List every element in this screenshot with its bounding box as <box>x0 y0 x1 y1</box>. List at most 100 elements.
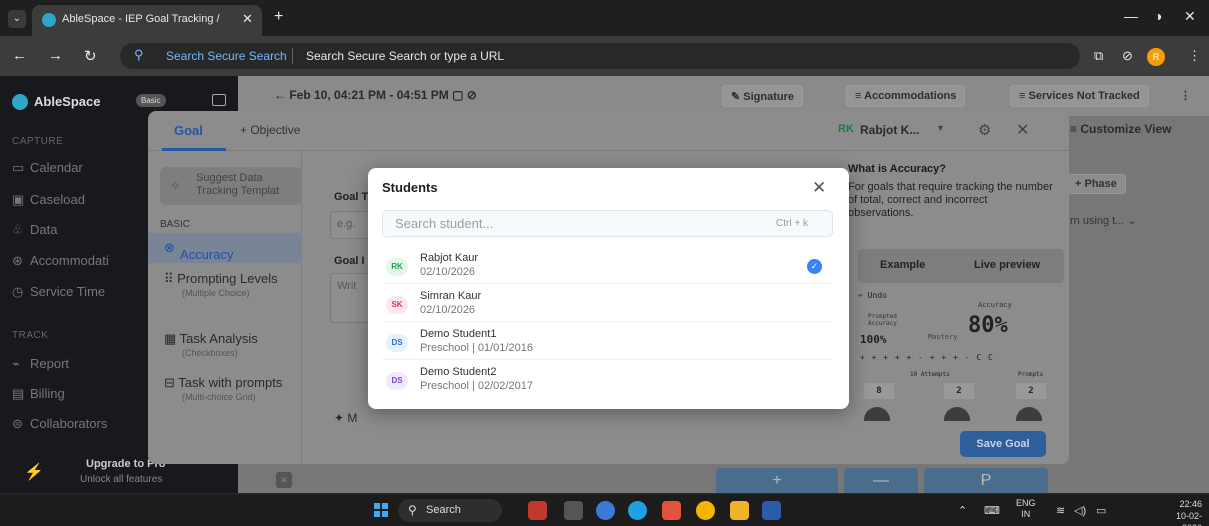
student-detail: 02/10/2026 <box>420 304 476 316</box>
more-options-row[interactable]: ✦ M <box>334 411 357 425</box>
billing-icon: ▤ <box>12 386 25 401</box>
signature-button[interactable]: ✎ Signature <box>722 85 804 107</box>
student-selector[interactable]: Rabjot K... <box>860 123 919 137</box>
sidebar-item-billing[interactable]: ▤ Billing <box>12 386 65 402</box>
list-item[interactable]: DS Demo Student1 Preschool | 01/01/2016 <box>382 324 833 360</box>
basic-section-label: BASIC <box>160 219 191 230</box>
file-explorer-icon[interactable] <box>730 501 749 520</box>
address-placeholder: Search Secure Search or type a URL <box>306 49 505 63</box>
accommodations-button[interactable]: ≡ Accommodations <box>846 85 966 107</box>
close-small-icon[interactable]: ✕ <box>276 472 292 488</box>
accuracy-info-panel: What is Accuracy? For goals that require… <box>848 151 1069 464</box>
edge-icon[interactable] <box>628 501 647 520</box>
chrome-icon[interactable] <box>696 501 715 520</box>
goal-title-input[interactable]: e.g. <box>330 211 370 239</box>
chevron-down-icon[interactable]: ▾ <box>938 123 943 134</box>
windows-start-icon[interactable] <box>374 503 388 517</box>
sparkle-icon: ✧ <box>170 178 181 193</box>
student-detail: 02/10/2026 <box>420 266 476 278</box>
goal-title-label: Goal T <box>334 191 369 203</box>
omnibox-divider <box>292 48 293 64</box>
avatar: DS <box>386 372 408 390</box>
student-detail: Preschool | 02/02/2017 <box>420 380 533 392</box>
new-tab-icon[interactable]: + <box>274 8 283 26</box>
browser-toolbar: ← → ↻ ⚲ Search Secure Search Search Secu… <box>0 36 1209 76</box>
extensions-icon[interactable]: ⧉ <box>1094 48 1103 64</box>
close-icon[interactable]: ✕ <box>812 178 826 198</box>
avatar: RK <box>386 258 408 276</box>
goal-modal-header: Goal + Objective RK Rabjot K... ▾ ⚙ ✕ <box>148 111 1069 151</box>
header-menu-icon[interactable]: ⋮ <box>1172 85 1199 107</box>
window-close-icon[interactable]: ✕ <box>1184 8 1196 25</box>
taskbar-clock[interactable]: 22:4610-02-2026 <box>1160 498 1202 526</box>
tab-close-icon[interactable]: ✕ <box>242 11 253 27</box>
keypad-plus[interactable]: + <box>716 468 838 493</box>
accuracy-label: Accuracy <box>978 301 1012 309</box>
minimize-icon[interactable]: — <box>1124 8 1138 24</box>
list-item[interactable]: DS Demo Student2 Preschool | 02/02/2017 <box>382 362 833 398</box>
battery-icon[interactable]: ▭ <box>1096 504 1106 517</box>
info-description: For goals that require tracking the numb… <box>848 181 1053 219</box>
customize-view-button[interactable]: ≡ Customize View <box>1070 122 1171 136</box>
tab-goal[interactable]: Goal <box>174 123 203 138</box>
keypad-prompt[interactable]: P <box>924 468 1048 493</box>
save-goal-button[interactable]: Save Goal <box>960 431 1046 457</box>
reload-icon[interactable]: ↻ <box>84 47 97 65</box>
language-indicator[interactable]: ENG IN <box>1016 498 1036 520</box>
close-icon[interactable]: ✕ <box>1016 120 1029 140</box>
keyboard-icon[interactable]: ⌨ <box>984 504 1000 517</box>
example-preview: ↶ Undo Accuracy Prompted Accuracy 80% 10… <box>858 291 1064 421</box>
sidebar-item-calendar[interactable]: ▭ Calendar <box>12 160 83 176</box>
word-icon[interactable] <box>762 501 781 520</box>
profile-avatar[interactable]: R <box>1147 48 1165 66</box>
gear-icon[interactable]: ⚙ <box>978 121 991 139</box>
search-icon: ⚲ <box>134 47 144 62</box>
wallet-icon[interactable]: ⊘ <box>1122 48 1133 64</box>
services-not-tracked-button[interactable]: ≡ Services Not Tracked <box>1010 85 1149 107</box>
add-phase-button[interactable]: + Phase <box>1066 174 1126 194</box>
address-bar[interactable]: ⚲ Search Secure Search Search Secure Sea… <box>120 43 1080 69</box>
wifi-icon[interactable]: ≋ <box>1056 504 1065 517</box>
sidebar-item-report[interactable]: ⌁ Report <box>12 356 69 372</box>
taskbar-app-icon[interactable] <box>528 501 547 520</box>
sidebar-item-service-time[interactable]: ◷ Service Time <box>12 284 105 300</box>
widgets-icon[interactable] <box>596 501 615 520</box>
prompt-count: 2 <box>1016 383 1046 399</box>
tab-list-dropdown-icon[interactable]: ⌄ <box>8 10 26 28</box>
keypad-minus[interactable]: — <box>844 468 918 493</box>
keyboard-shortcut-hint: Ctrl + k <box>776 218 808 229</box>
suggest-template-button[interactable]: ✧ Suggest Data Tracking Templat <box>160 167 302 205</box>
volume-icon[interactable]: ◁) <box>1074 504 1086 517</box>
collaborators-icon: ⊜ <box>12 416 23 431</box>
goal-type-task-analysis[interactable]: ▦ Task Analysis (Checkboxes) <box>164 331 258 358</box>
goal-description-input[interactable]: Writ <box>330 273 370 323</box>
tray-chevron-up-icon[interactable]: ⌃ <box>958 504 967 517</box>
taskbar-search[interactable]: ⚲ Search <box>398 499 502 522</box>
menu-kebab-icon[interactable]: ⋮ <box>1188 48 1201 64</box>
sidebar-item-accommodations[interactable]: ⊛ Accommodati <box>12 253 109 269</box>
browser-tab-bar: ⌄ AbleSpace - IEP Goal Tracking / ✕ + — … <box>0 0 1209 36</box>
sidebar-toggle-icon[interactable] <box>212 94 226 106</box>
brave-icon[interactable] <box>662 501 681 520</box>
user-initials-badge: RK <box>838 123 854 135</box>
goal-type-prompting-levels[interactable]: ⠿ Prompting Levels (Multiple Choice) <box>164 271 278 298</box>
tab-objective[interactable]: + Objective <box>240 123 300 137</box>
tab-live-preview[interactable]: Live preview <box>974 259 1040 271</box>
sidebar-item-caseload[interactable]: ▣ Caseload <box>12 192 85 208</box>
student-name: Rabjot Kaur <box>420 252 479 264</box>
sidebar-item-collaborators[interactable]: ⊜ Collaborators <box>12 416 107 432</box>
session-time: ← Feb 10, 04:21 PM - 04:51 PM ▢ ⊘ <box>274 88 477 102</box>
back-icon[interactable]: ← <box>12 47 27 64</box>
tab-example[interactable]: Example <box>880 259 925 271</box>
goal-type-accuracy[interactable]: ⊗ Accuracy <box>148 233 302 263</box>
goal-type-task-with-prompts[interactable]: ⊟ Task with prompts (Multi-choice Grid) <box>164 375 294 402</box>
restore-icon[interactable]: ◑ <box>1154 8 1162 24</box>
list-item[interactable]: RK Rabjot Kaur 02/10/2026 ✓ <box>382 248 833 284</box>
ablespace-logo-icon <box>12 94 28 110</box>
browser-tab-ablespace[interactable]: AbleSpace - IEP Goal Tracking / ✕ <box>32 5 262 36</box>
search-student-input[interactable] <box>382 210 833 237</box>
list-item[interactable]: SK Simran Kaur 02/10/2026 <box>382 286 833 322</box>
sidebar-item-data[interactable]: ♧ Data <box>12 222 57 238</box>
forward-icon[interactable]: → <box>48 47 63 64</box>
task-view-icon[interactable] <box>564 501 583 520</box>
